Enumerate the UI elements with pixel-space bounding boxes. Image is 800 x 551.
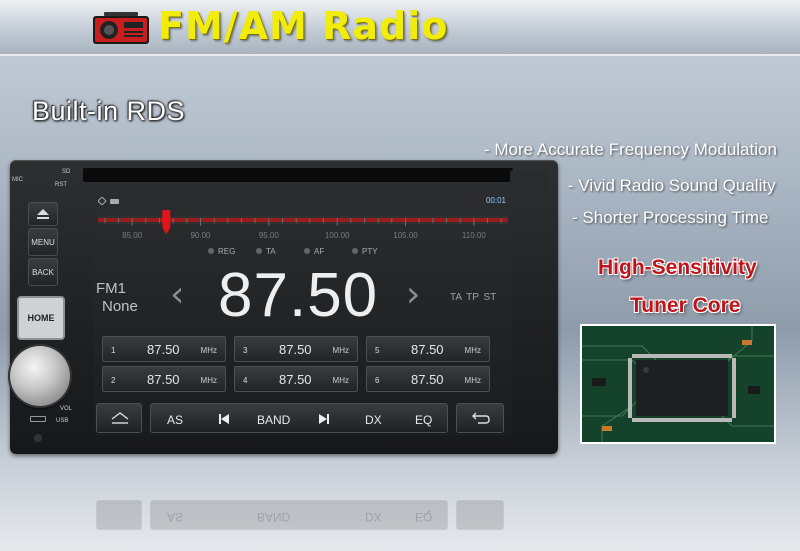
prev-track-icon[interactable] <box>219 414 229 424</box>
home-outline-icon <box>111 412 129 424</box>
preset-frequency: 87.50 <box>147 372 180 387</box>
frequency-scale[interactable]: 85.00 90.00 95.00 100.00 105.00 110.00 <box>94 210 512 242</box>
eject-button[interactable] <box>28 202 58 226</box>
scale-label: 95.00 <box>259 231 280 240</box>
preset-frequency: 87.50 <box>279 342 312 357</box>
toolbar-group: AS BAND DX EQ <box>150 403 448 433</box>
preset-number: 5 <box>375 346 380 355</box>
mic-hole <box>34 434 42 442</box>
feature-text: - Vivid Radio Sound Quality <box>568 176 776 195</box>
rds-heading: Built-in RDS <box>32 96 186 126</box>
preset-number: 2 <box>111 376 116 385</box>
band-label: FM1 <box>96 280 126 297</box>
radio-screen: 00:01 85.00 90.00 95.00 100.00 105.00 110.00 … <box>94 194 512 436</box>
reflection-dx: DX <box>365 510 382 524</box>
reflection-button <box>456 500 504 530</box>
preset-4[interactable]: 4 87.50 MHz <box>234 366 358 392</box>
preset-2[interactable]: 2 87.50 MHz <box>102 366 226 392</box>
preset-frequency: 87.50 <box>279 372 312 387</box>
usb-label: USB <box>56 418 69 424</box>
seek-up-arrow[interactable]: › <box>406 274 420 315</box>
radio-icon <box>93 12 149 44</box>
preset-frequency: 87.50 <box>147 342 180 357</box>
mic-label: MIC <box>12 177 23 183</box>
option-pty[interactable]: PTY <box>352 247 378 256</box>
preset-frequency: 87.50 <box>411 372 444 387</box>
clock: 00:01 <box>485 196 506 205</box>
scale-label: 100.00 <box>325 231 350 240</box>
head-unit: SD MIC RST MENU BACK HOME VOL USB 00:01 … <box>10 160 558 454</box>
vol-label: VOL <box>60 406 73 412</box>
preset-number: 4 <box>243 376 248 385</box>
tuner-needle-tip <box>162 228 171 234</box>
status-bar: 00:01 <box>94 194 512 208</box>
back-button[interactable]: BACK <box>28 258 58 286</box>
home-screen-button[interactable] <box>96 403 142 433</box>
scale-label: 110.00 <box>462 231 486 240</box>
frequency-display: 87.50 <box>218 261 379 330</box>
preset-3[interactable]: 3 87.50 MHz <box>234 336 358 362</box>
option-af[interactable]: AF <box>303 247 324 256</box>
usb-port <box>30 416 46 422</box>
rds-flags: TA TP ST <box>450 292 497 303</box>
preset-unit: MHz <box>200 346 217 355</box>
sd-label: SD <box>62 169 71 175</box>
preset-5[interactable]: 5 87.50 MHz <box>366 336 490 362</box>
dx-button[interactable]: DX <box>365 413 382 427</box>
eq-button[interactable]: EQ <box>415 413 432 427</box>
next-track-icon[interactable] <box>319 414 329 424</box>
highlight-line-1: High-Sensitivity <box>598 256 757 279</box>
home-button[interactable]: HOME <box>17 296 65 340</box>
radio-toolbar: AS BAND DX EQ <box>94 400 512 433</box>
preset-unit: MHz <box>332 376 349 385</box>
reflection-button <box>96 500 142 530</box>
reflection-eq: EQ <box>415 510 433 524</box>
option-reg[interactable]: REG <box>207 247 235 256</box>
feature-text: - Shorter Processing Time <box>572 208 769 227</box>
scale-label: 85.00 <box>122 231 143 240</box>
station-name: None <box>102 298 138 315</box>
reflection-band: BAND <box>257 510 291 524</box>
preset-unit: MHz <box>332 346 349 355</box>
option-ta[interactable]: TA <box>256 247 276 256</box>
preset-unit: MHz <box>464 346 481 355</box>
scale-label: 90.00 <box>190 231 211 240</box>
tuner-chip-photo <box>580 324 776 444</box>
disc-slot <box>83 168 513 182</box>
preset-1[interactable]: 1 87.50 MHz <box>102 336 226 362</box>
reflection-toolbar: AS BAND DX EQ <box>150 500 448 530</box>
eject-icon <box>37 209 49 219</box>
page-title: FM/AM Radio <box>158 4 449 48</box>
preset-unit: MHz <box>200 376 217 385</box>
rds-options: REG TA AF PTY <box>94 244 512 260</box>
scale-label: 105.00 <box>393 231 418 240</box>
highlight-line-2: Tuner Core <box>630 294 741 317</box>
return-icon <box>472 412 490 424</box>
preset-unit: MHz <box>464 376 481 385</box>
rst-label: RST <box>55 182 67 188</box>
feature-text: - More Accurate Frequency Modulation <box>484 140 777 159</box>
status-icons <box>98 197 119 205</box>
seek-down-arrow[interactable]: ‹ <box>170 274 184 315</box>
reflection-as: AS <box>167 510 184 524</box>
volume-knob[interactable] <box>10 346 70 406</box>
band-button[interactable]: BAND <box>257 413 290 427</box>
tuner-needle[interactable] <box>162 210 171 228</box>
return-button[interactable] <box>456 403 504 433</box>
menu-button[interactable]: MENU <box>28 228 58 256</box>
as-button[interactable]: AS <box>167 413 183 427</box>
preset-frequency: 87.50 <box>411 342 444 357</box>
device-reflection: AS BAND DX EQ <box>10 470 558 551</box>
preset-number: 3 <box>243 346 248 355</box>
panel-cap <box>510 170 548 192</box>
preset-number: 1 <box>111 346 116 355</box>
header-bar: FM/AM Radio <box>0 0 800 56</box>
preset-6[interactable]: 6 87.50 MHz <box>366 366 490 392</box>
preset-number: 6 <box>375 376 380 385</box>
